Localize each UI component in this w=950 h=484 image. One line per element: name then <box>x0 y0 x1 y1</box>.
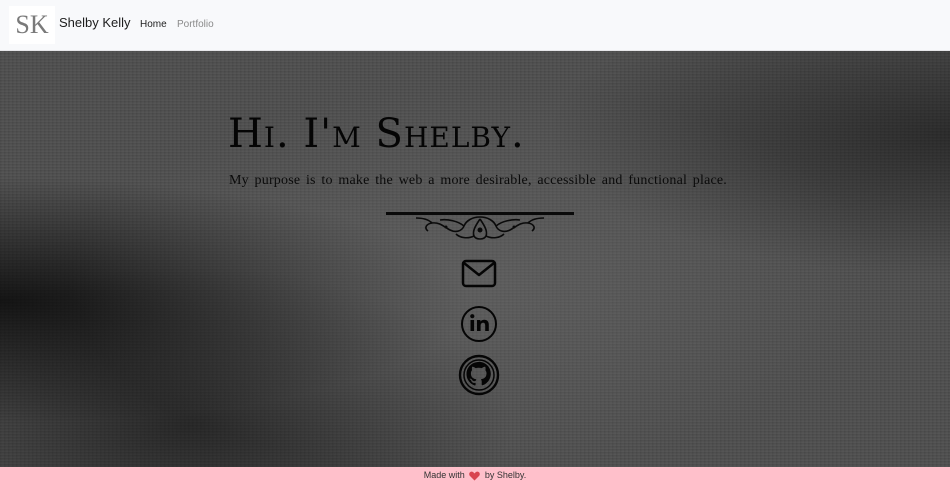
nav-link-home[interactable]: Home <box>140 19 167 30</box>
footer-suffix: by Shelby. <box>484 470 527 480</box>
github-icon <box>458 354 500 396</box>
nav-link-portfolio[interactable]: Portfolio <box>177 19 214 30</box>
footer-prefix: Made with <box>423 470 465 480</box>
footer: Made with by Shelby. <box>0 467 950 484</box>
brand-name[interactable]: Shelby Kelly <box>59 15 131 30</box>
hero-title: Hi. I'm Shelby. <box>228 111 525 157</box>
logo[interactable]: SK <box>9 6 55 44</box>
hero-subtitle: My purpose is to make the web a more des… <box>229 173 728 188</box>
github-link[interactable] <box>458 354 500 396</box>
hero-section: Hi. I'm Shelby. My purpose is to make th… <box>0 51 950 467</box>
linkedin-link[interactable] <box>460 305 498 343</box>
heart-icon <box>469 471 481 481</box>
linkedin-icon <box>461 306 497 342</box>
ornament-divider <box>386 212 574 240</box>
email-icon <box>461 259 497 288</box>
email-link[interactable] <box>461 259 497 289</box>
navbar: SK Shelby Kelly Home Portfolio <box>0 0 950 51</box>
